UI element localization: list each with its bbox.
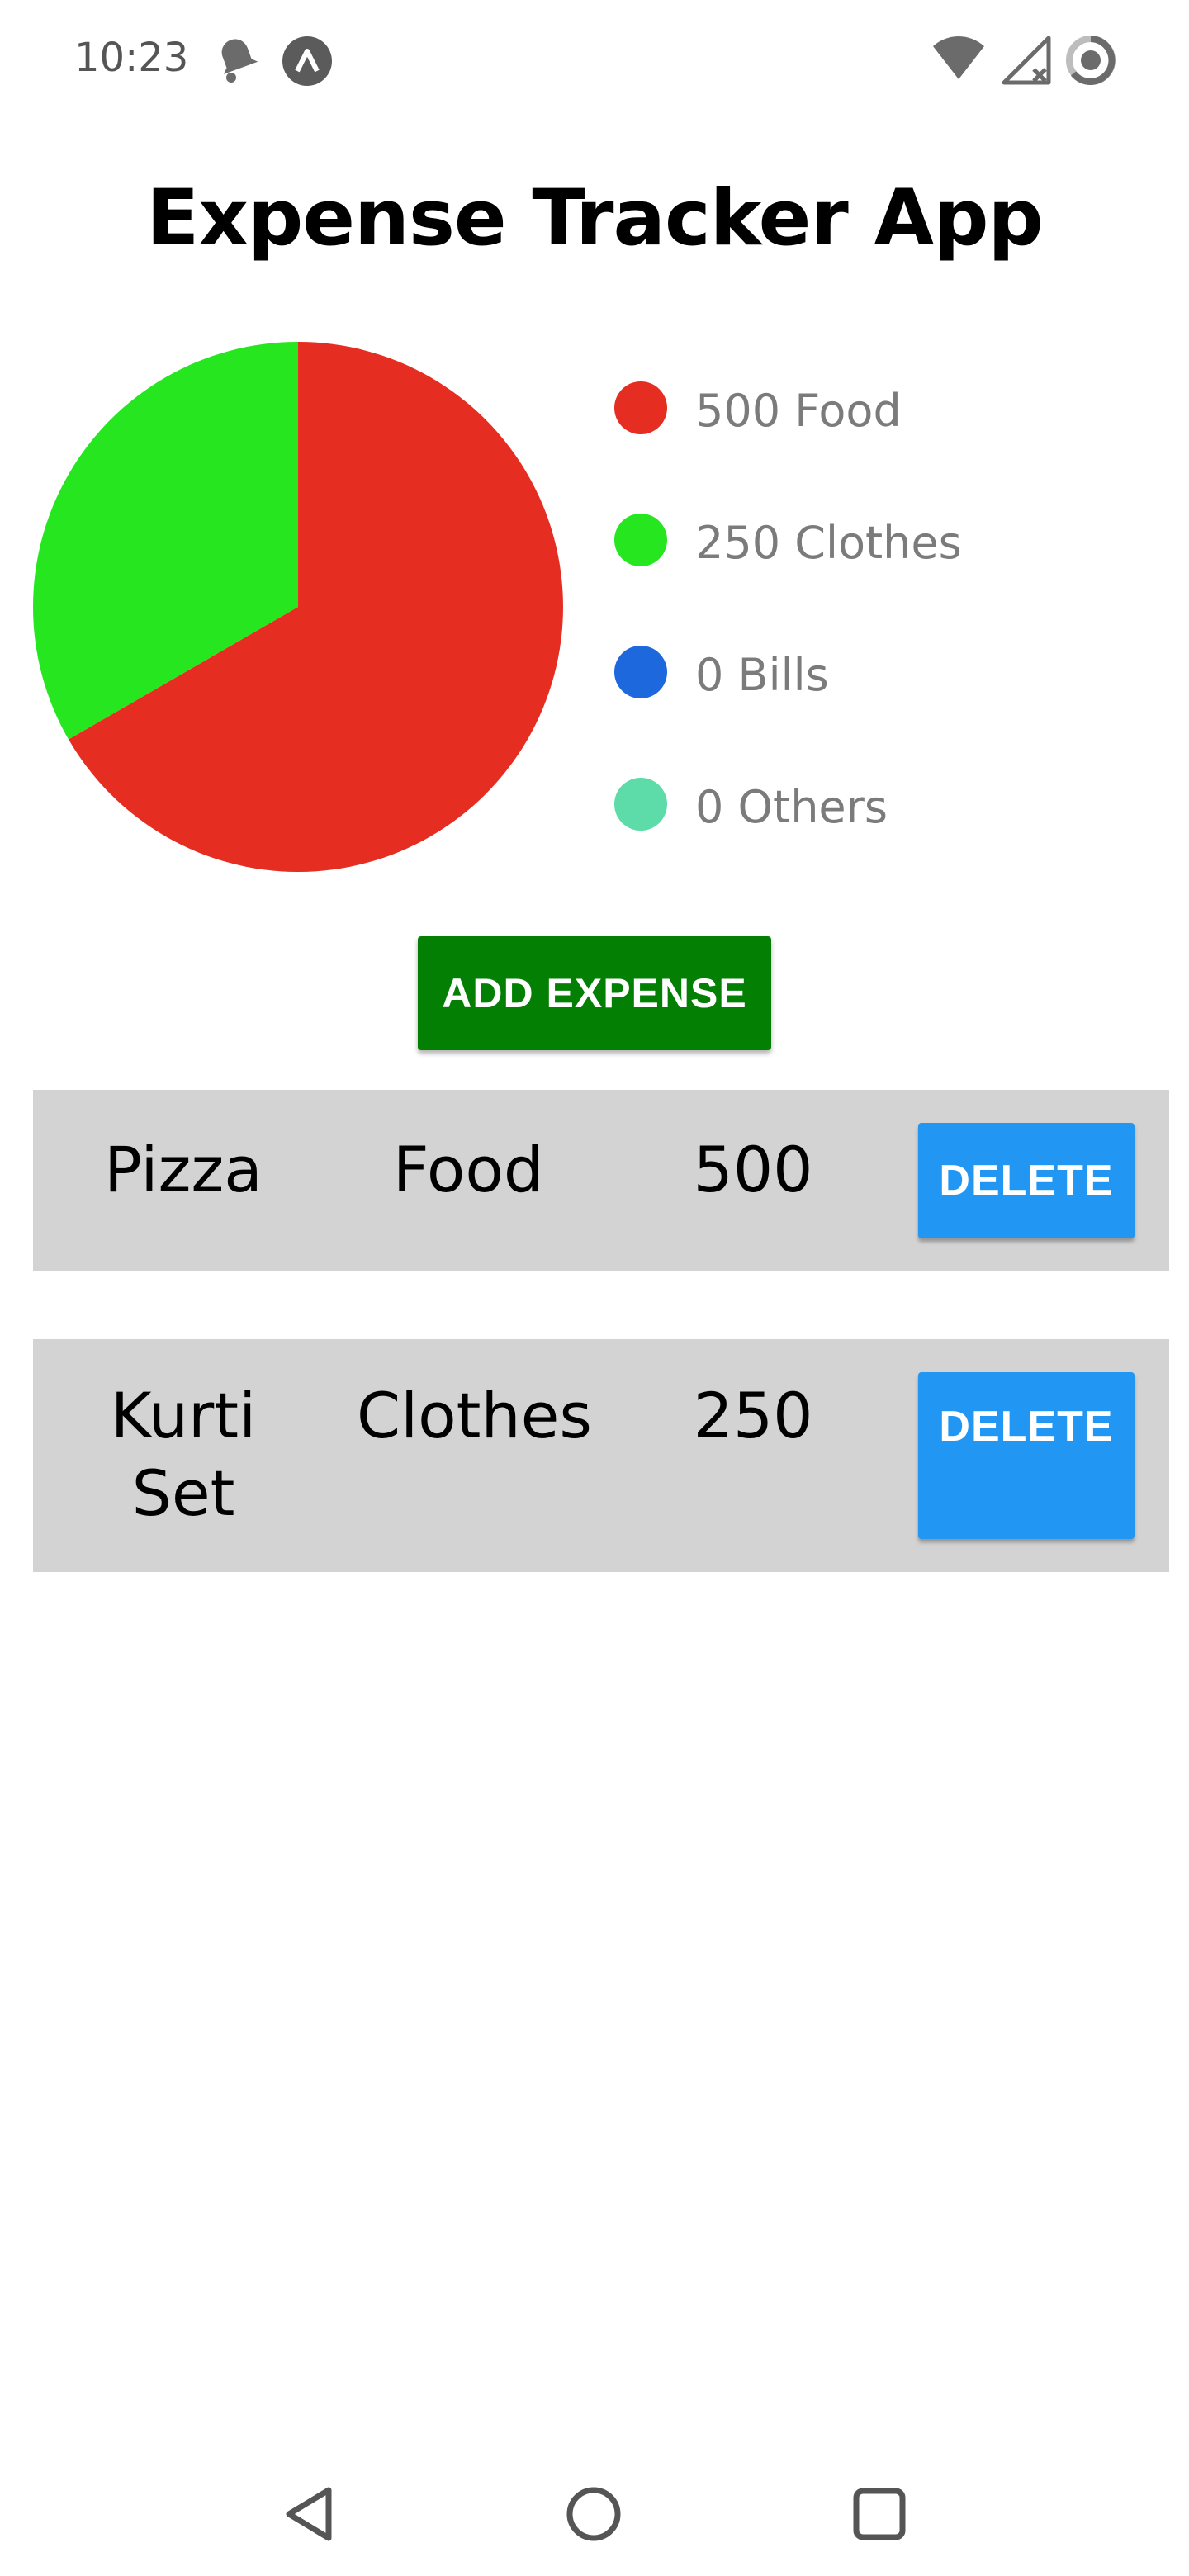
signal-no-service-icon <box>1002 36 1051 85</box>
expense-row: Pizza Food 500 DELETE <box>33 1090 1169 1271</box>
expense-amount: 500 <box>693 1133 813 1206</box>
legend-item-bills: 0 Bills <box>614 644 1027 702</box>
expense-name: Pizza <box>104 1133 263 1206</box>
expense-name: Kurti Set <box>110 1379 257 1530</box>
pie-chart-svg <box>33 342 563 872</box>
legend-label-bills: 0 Bills <box>695 649 829 701</box>
wifi-icon <box>933 36 984 79</box>
legend-label-food: 500 Food <box>695 385 902 437</box>
battery-icon <box>1066 36 1116 85</box>
delete-button[interactable]: DELETE <box>918 1123 1135 1238</box>
delete-button[interactable]: DELETE <box>918 1372 1135 1539</box>
legend-dot-food <box>614 381 667 434</box>
expense-category: Clothes <box>357 1379 592 1452</box>
expense-amount: 250 <box>693 1379 813 1452</box>
legend-item-food: 500 Food <box>614 380 1027 438</box>
expense-row: Kurti Set Clothes 250 DELETE <box>33 1339 1169 1572</box>
legend-item-clothes: 250 Clothes <box>614 512 1027 570</box>
legend-item-others: 0 Others <box>614 776 1027 834</box>
notification-bell-icon <box>221 39 258 83</box>
legend-dot-clothes <box>614 514 667 566</box>
add-expense-button[interactable]: ADD EXPENSE <box>418 936 771 1050</box>
status-time: 10:23 <box>74 35 189 81</box>
status-bar: 10:23 <box>0 0 1189 124</box>
navigation-bar <box>0 2444 1189 2576</box>
page-title: Expense Tracker App <box>146 173 1044 263</box>
expense-category: Food <box>392 1133 544 1206</box>
expense-pie-chart <box>33 342 563 872</box>
legend-label-others: 0 Others <box>695 781 888 833</box>
recents-icon[interactable] <box>852 2487 907 2541</box>
home-icon[interactable] <box>565 2485 623 2543</box>
legend-dot-others <box>614 778 667 831</box>
legend-dot-bills <box>614 646 667 698</box>
legend-label-clothes: 250 Clothes <box>695 517 962 569</box>
back-icon[interactable] <box>282 2485 340 2543</box>
app-a-icon <box>282 36 332 86</box>
